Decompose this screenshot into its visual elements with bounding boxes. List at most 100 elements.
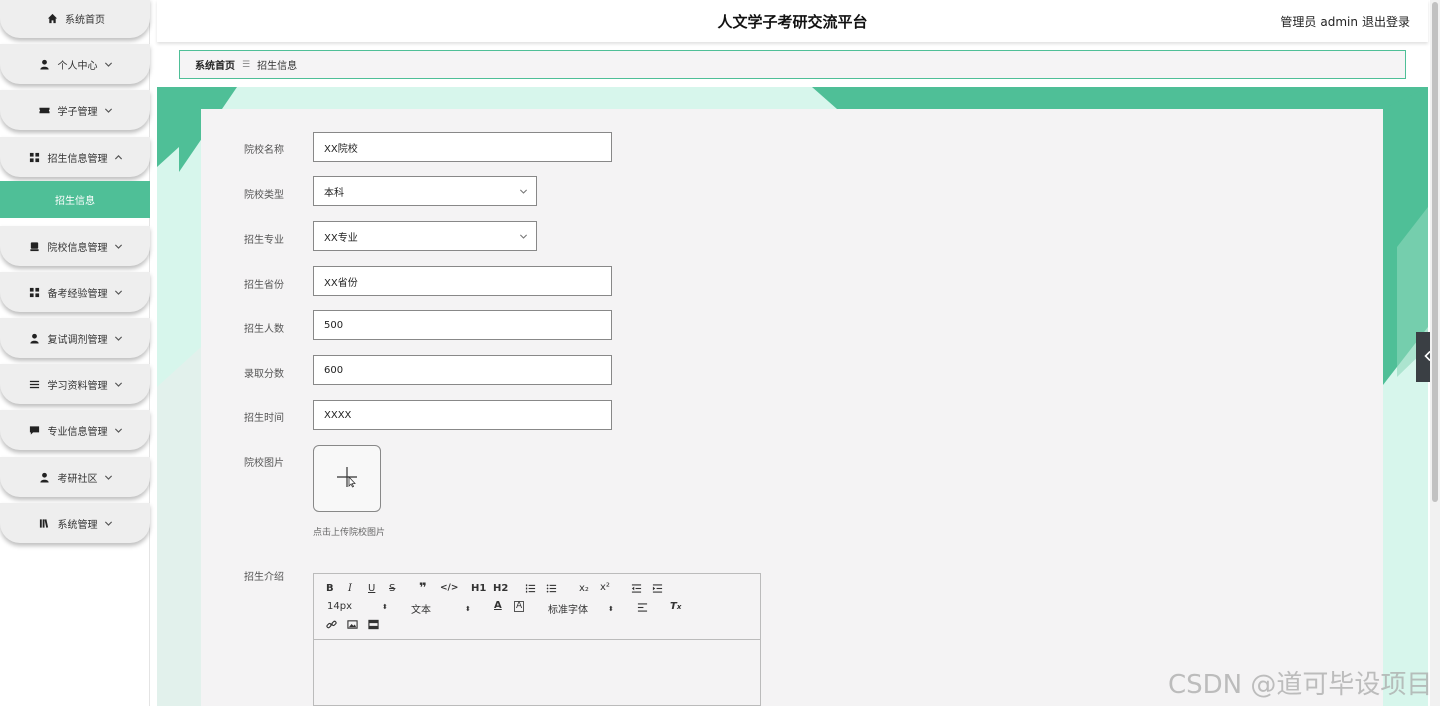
home-icon [45, 12, 59, 24]
major-label: 招生专业 [244, 235, 284, 246]
count-value: 500 [324, 319, 344, 331]
chevron-down-icon [114, 288, 123, 297]
score-value: 600 [324, 364, 344, 376]
plus-icon [334, 464, 360, 493]
underline-button[interactable]: U [368, 583, 375, 594]
sidebar-item-community[interactable]: 考研社区 [0, 457, 150, 497]
time-label: 招生时间 [244, 413, 284, 424]
bullet-list-icon[interactable] [546, 583, 557, 594]
chevron-down-icon [114, 334, 123, 343]
sidebar-item-major-management[interactable]: 专业信息管理 [0, 410, 150, 450]
breadcrumb-home[interactable]: 系统首页 [195, 57, 235, 72]
image-upload-hint: 点击上传院校图片 [313, 528, 386, 538]
superscript-button[interactable]: x² [600, 582, 610, 593]
sidebar-item-label: 院校信息管理 [47, 242, 108, 254]
sidebar-item-label: 复试调剂管理 [47, 334, 108, 346]
page-scrollbar[interactable] [1430, 0, 1440, 706]
sort-icon: ⬍ [465, 604, 471, 613]
sidebar-item-materials-management[interactable]: 学习资料管理 [0, 364, 150, 404]
link-icon[interactable] [326, 619, 337, 630]
sidebar-item-retest-management[interactable]: 复试调剂管理 [0, 318, 150, 358]
scrollbar-thumb[interactable] [1432, 2, 1438, 502]
code-icon[interactable]: </> [440, 583, 458, 593]
sidebar-item-label: 考研社区 [57, 473, 98, 485]
sidebar-item-label: 个人中心 [57, 60, 98, 72]
user-icon [38, 58, 52, 70]
ticket-icon [38, 104, 52, 116]
chevron-down-icon [519, 187, 528, 196]
sidebar-subitem-admission-info[interactable]: 招生信息 [0, 181, 150, 218]
sidebar-item-student-management[interactable]: 学子管理 [0, 90, 150, 130]
sidebar-item-label: 系统首页 [65, 14, 105, 26]
breadcrumb-separator: ☰ [242, 59, 251, 70]
chevron-down-icon [104, 519, 113, 528]
sidebar-item-label: 专业信息管理 [47, 426, 108, 438]
rich-text-editor: B I U S ❞ </> H1 H2 x₂ x² 14px ⬍ 文本 ⬍ A A … [313, 573, 761, 706]
sidebar-item-school-management[interactable]: 院校信息管理 [0, 226, 150, 266]
top-header: 人文学子考研交流平台 管理员 admin 退出登录 [157, 0, 1428, 42]
sidebar-item-personal-center[interactable]: 个人中心 [0, 44, 150, 84]
clear-format-icon[interactable]: Tx [670, 601, 681, 612]
logout-link[interactable]: 退出登录 [1362, 15, 1410, 29]
sidebar-item-label: 系统管理 [57, 519, 98, 531]
font-color-button[interactable]: A [494, 600, 502, 611]
chevron-down-icon [114, 380, 123, 389]
time-input[interactable]: XXXX [313, 400, 612, 430]
video-icon[interactable] [368, 619, 379, 630]
score-input[interactable]: 600 [313, 355, 612, 385]
sidebar-item-system-management[interactable]: 系统管理 [0, 503, 150, 543]
image-label: 院校图片 [244, 458, 284, 469]
chevron-down-icon [104, 106, 113, 115]
book-icon [38, 517, 52, 529]
strike-button[interactable]: S [389, 583, 395, 594]
province-input[interactable]: XX省份 [313, 266, 612, 296]
heading2-button[interactable]: H2 [493, 583, 508, 594]
list-icon [28, 378, 42, 390]
chevron-down-icon [519, 232, 528, 241]
major-select[interactable]: XX专业 [313, 221, 537, 251]
font-family-value: 标准字体 [548, 605, 588, 616]
chat-icon [28, 424, 42, 436]
time-value: XXXX [324, 409, 352, 421]
font-size-select[interactable]: 14px ⬍ [327, 601, 388, 612]
count-input[interactable]: 500 [313, 310, 612, 340]
align-left-icon[interactable] [637, 602, 648, 613]
major-value: XX专业 [324, 232, 358, 244]
chevron-down-icon [104, 473, 113, 482]
background-color-button[interactable]: A [514, 601, 525, 612]
sidebar-item-admission-management[interactable]: 招生信息管理 [0, 137, 150, 177]
chevron-down-icon [114, 426, 123, 435]
image-upload-button[interactable] [313, 445, 381, 512]
outdent-icon[interactable] [631, 583, 642, 594]
indent-icon[interactable] [652, 583, 663, 594]
ordered-list-icon[interactable] [525, 583, 536, 594]
grid-icon [28, 151, 42, 163]
heading1-button[interactable]: H1 [471, 583, 486, 594]
sidebar-item-label: 学习资料管理 [47, 380, 108, 392]
font-family-select[interactable]: 标准字体 ⬍ [548, 601, 614, 617]
intro-label: 招生介绍 [244, 572, 284, 583]
user-icon [28, 332, 42, 344]
sidebar-item-experience-management[interactable]: 备考经验管理 [0, 272, 150, 312]
school-type-value: 本科 [324, 187, 344, 199]
editor-content-area[interactable] [314, 640, 760, 706]
bold-button[interactable]: B [326, 583, 334, 594]
subscript-button[interactable]: x₂ [579, 583, 589, 594]
italic-button[interactable]: I [348, 583, 352, 594]
school-name-input[interactable]: XX院校 [313, 132, 612, 162]
school-name-label: 院校名称 [244, 145, 284, 156]
sort-icon: ⬍ [382, 602, 388, 611]
chevron-down-icon [104, 60, 113, 69]
score-label: 录取分数 [244, 369, 284, 380]
school-type-select[interactable]: 本科 [313, 176, 537, 206]
sidebar-item-home[interactable]: 系统首页 [0, 0, 150, 38]
app-title: 人文学子考研交流平台 [717, 13, 868, 31]
text-type-select[interactable]: 文本 ⬍ [411, 601, 471, 617]
watermark-text: CSDN @道可毕设项目 [1168, 670, 1433, 700]
font-size-value: 14px [327, 601, 352, 612]
province-value: XX省份 [324, 277, 358, 289]
grid-icon [28, 286, 42, 298]
quote-icon[interactable]: ❞ [419, 581, 427, 596]
image-icon[interactable] [347, 619, 358, 630]
text-type-value: 文本 [411, 605, 431, 616]
